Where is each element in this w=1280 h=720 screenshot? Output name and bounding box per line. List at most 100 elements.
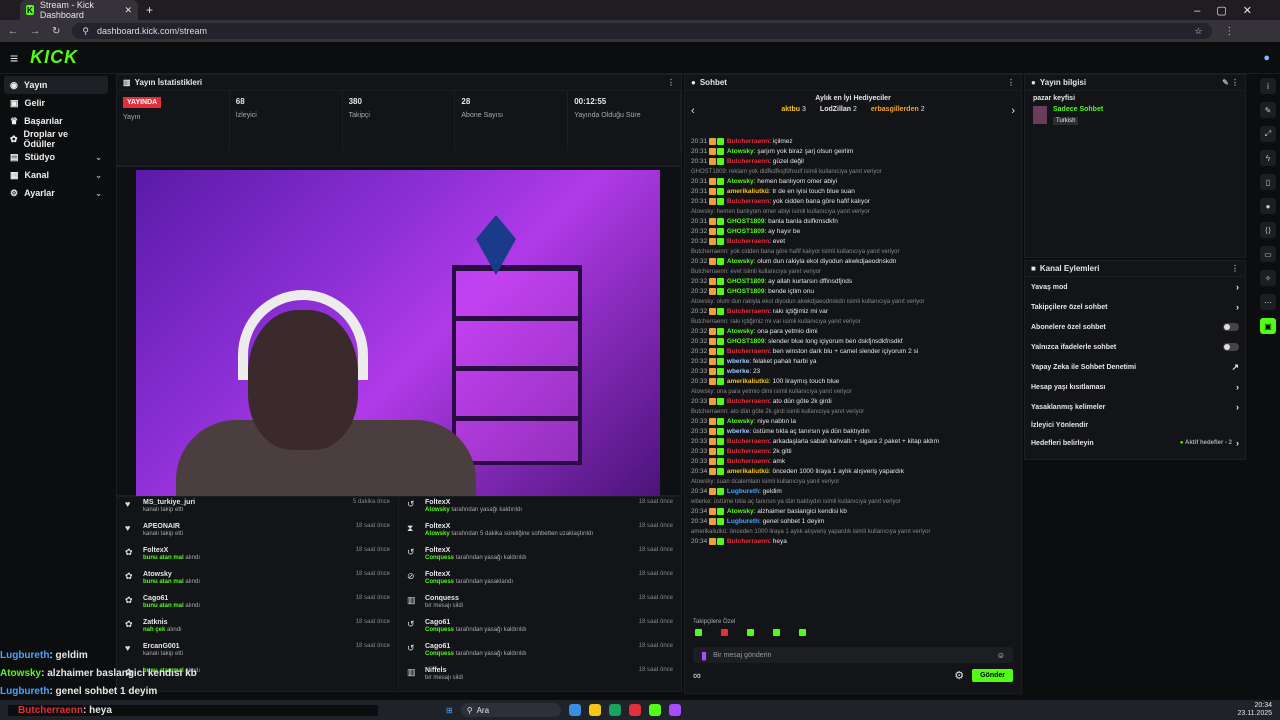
chat-text: güzel değil [772, 158, 804, 165]
monitor-icon[interactable]: ▭ [1260, 246, 1276, 262]
edit-icon[interactable]: ✎ ⋮ [1222, 78, 1239, 87]
browser-tab[interactable]: K Stream - Kick Dashboard ✕ [20, 0, 138, 20]
windows-start-icon[interactable]: ⊞ [446, 706, 453, 715]
link-icon[interactable]: ∞ [693, 670, 701, 682]
chat-username: Butcherraenn [726, 398, 770, 405]
document-icon[interactable]: ▯ [1260, 174, 1276, 190]
badge-icon [709, 507, 717, 515]
app-icon[interactable] [628, 704, 641, 716]
app-icon[interactable] [568, 704, 581, 716]
chevron-right-icon[interactable]: › [1011, 105, 1015, 117]
reload-icon[interactable]: ↻ [52, 26, 60, 37]
badge-icon [709, 217, 717, 225]
more-icon[interactable]: ⋮ [1231, 264, 1239, 273]
action-slow-mode[interactable]: Yavaş mod › [1025, 277, 1245, 297]
stat-status: YAYINDA Yayın [117, 91, 230, 151]
info-icon[interactable]: i [1260, 78, 1276, 94]
chat-text: ben winston dark blu + camel slender içi… [772, 348, 919, 355]
badge-icon [717, 227, 725, 235]
more-icon[interactable]: ⋮ [1007, 78, 1015, 87]
badge-icon [709, 367, 717, 375]
badge-icon [709, 447, 717, 455]
address-bar[interactable]: ⚲ dashboard.kick.com/stream ☆ [72, 23, 1213, 39]
action-followers-only[interactable]: Takipçilere özel sohbet › [1025, 297, 1245, 317]
browser-toolbar: ← → ↻ ⚲ dashboard.kick.com/stream ☆ ⋮ [0, 20, 1280, 42]
badge-icon [717, 157, 725, 165]
send-button[interactable]: Gönder [972, 669, 1013, 682]
site-info-icon[interactable]: ⚲ [82, 26, 89, 37]
sidebar-item-yayin[interactable]: ◉ Yayın [4, 76, 108, 94]
hourglass-icon: ⧗ [407, 523, 414, 533]
fullscreen-icon[interactable]: ⤢ [1260, 126, 1276, 142]
action-ai-moderation[interactable]: Yapay Zeka ile Sohbet Denetimi ↗ [1025, 357, 1245, 377]
gift-icon: ✿ [125, 547, 133, 557]
bookmark-star-icon[interactable]: ☆ [1194, 26, 1202, 37]
emote-icon[interactable] [721, 629, 728, 636]
sidebar-item-gelir[interactable]: ▣ Gelir [4, 94, 108, 112]
action-emotes-only[interactable]: Yalnızca ifadelerle sohbet [1025, 337, 1245, 357]
chevron-down-icon: ⌄ [95, 188, 102, 198]
external-link-icon: ↗ [1231, 361, 1239, 372]
app-icon[interactable] [608, 704, 621, 716]
green-action-icon[interactable]: ▣ [1260, 318, 1276, 334]
badge-icon [709, 487, 717, 495]
more-icon[interactable]: ⋮ [667, 78, 675, 87]
sidebar-item-droplar[interactable]: ✿ Droplar ve Ödüller [4, 129, 108, 149]
chat-text: önceden 1000 liraya 1 aylık alışveriş ya… [772, 468, 904, 475]
action-raid[interactable]: İzleyici Yönlendir [1025, 417, 1245, 433]
window-controls[interactable]: –▢✕ [1194, 4, 1268, 17]
chat-messages[interactable]: 20:31 Butcherraenn: içilmez 20:31 Atowsky… [685, 137, 1021, 617]
chat-username: Atowsky [726, 258, 754, 265]
chat-text: heya [772, 538, 787, 545]
settings-icon[interactable]: ⚙ [954, 669, 964, 682]
emote-icon[interactable] [695, 629, 702, 636]
app-icon[interactable] [668, 704, 681, 716]
app-icon[interactable] [648, 704, 661, 716]
chat-input[interactable]: ▮ Bir mesaj gönderin ☺ [693, 647, 1013, 663]
kick-logo[interactable]: KICK [30, 47, 78, 68]
category-label[interactable]: Sadece Sohbet [1053, 106, 1103, 113]
activity-item: ⊘ FoltexX Conquess tarafından yasaklandı 18… [407, 571, 673, 585]
sidebar-item-ayarlar[interactable]: ⚙ Ayarlar ⌄ [4, 184, 108, 202]
hamburger-menu-icon[interactable]: ≡ [10, 50, 18, 66]
clock[interactable]: 20:34 23.11.2025 [1237, 702, 1272, 718]
chat-username: Atowsky [726, 418, 754, 425]
emote-icon[interactable] [747, 629, 754, 636]
folder-icon[interactable] [588, 704, 601, 716]
undo-icon: ↺ [407, 547, 415, 557]
stream-video[interactable] [136, 170, 660, 496]
wrench-icon[interactable]: ✧ [1260, 270, 1276, 286]
toggle-switch[interactable] [1223, 323, 1239, 331]
lightning-icon[interactable]: ϟ [1260, 150, 1276, 166]
action-subscribers-only[interactable]: Abonelere özel sohbet [1025, 317, 1245, 337]
action-account-age[interactable]: Hesap yaşı kısıtlaması › [1025, 377, 1245, 397]
activity-item: ✿ Atowsky bunu atan mal alındı 18 saat önce [125, 571, 390, 585]
code-icon[interactable]: ⟨⟩ [1260, 222, 1276, 238]
sidebar-item-kanal[interactable]: ▦ Kanal ⌄ [4, 166, 108, 184]
forward-icon[interactable]: → [30, 26, 40, 37]
new-tab-icon[interactable]: + [146, 3, 153, 17]
notification-icon[interactable]: ● [1263, 52, 1270, 64]
share-icon[interactable]: ⋯ [1260, 294, 1276, 310]
sidebar-item-studyo[interactable]: ▤ Stüdyo ⌄ [4, 148, 108, 166]
sidebar-item-basarilar[interactable]: ♛ Başarılar [4, 112, 108, 130]
chevron-left-icon[interactable]: ‹ [691, 105, 695, 117]
extensions-icon[interactable]: ⋮ [1224, 26, 1234, 37]
close-tab-icon[interactable]: ✕ [124, 5, 132, 16]
badge-icon [709, 347, 717, 355]
taskbar-search[interactable]: ⚲ Ara [460, 703, 561, 717]
emoji-picker-icon[interactable]: ☺ [997, 651, 1005, 660]
emote-icon[interactable] [799, 629, 806, 636]
emoji-icon[interactable]: ▮ [701, 649, 707, 662]
emote-icon[interactable] [773, 629, 780, 636]
studio-icon: ▤ [10, 151, 19, 162]
chat-message: 20:31 Atowsky: şarjım yok biraz şarj ols… [691, 147, 854, 155]
badge-icon [717, 377, 725, 385]
chat-bubble-icon[interactable]: ● [1260, 198, 1276, 214]
activity-item: ✿ FoltexX bunu atan mal alındı 18 saat önce [125, 547, 390, 561]
action-banned-words[interactable]: Yasaklanmış kelimeler › [1025, 397, 1245, 417]
toggle-switch[interactable] [1223, 343, 1239, 351]
edit-icon[interactable]: ✎ [1260, 102, 1276, 118]
back-icon[interactable]: ← [8, 26, 18, 37]
action-goals[interactable]: Hedefleri belirleyin ● Aktif hedefler - 2… [1025, 433, 1245, 453]
